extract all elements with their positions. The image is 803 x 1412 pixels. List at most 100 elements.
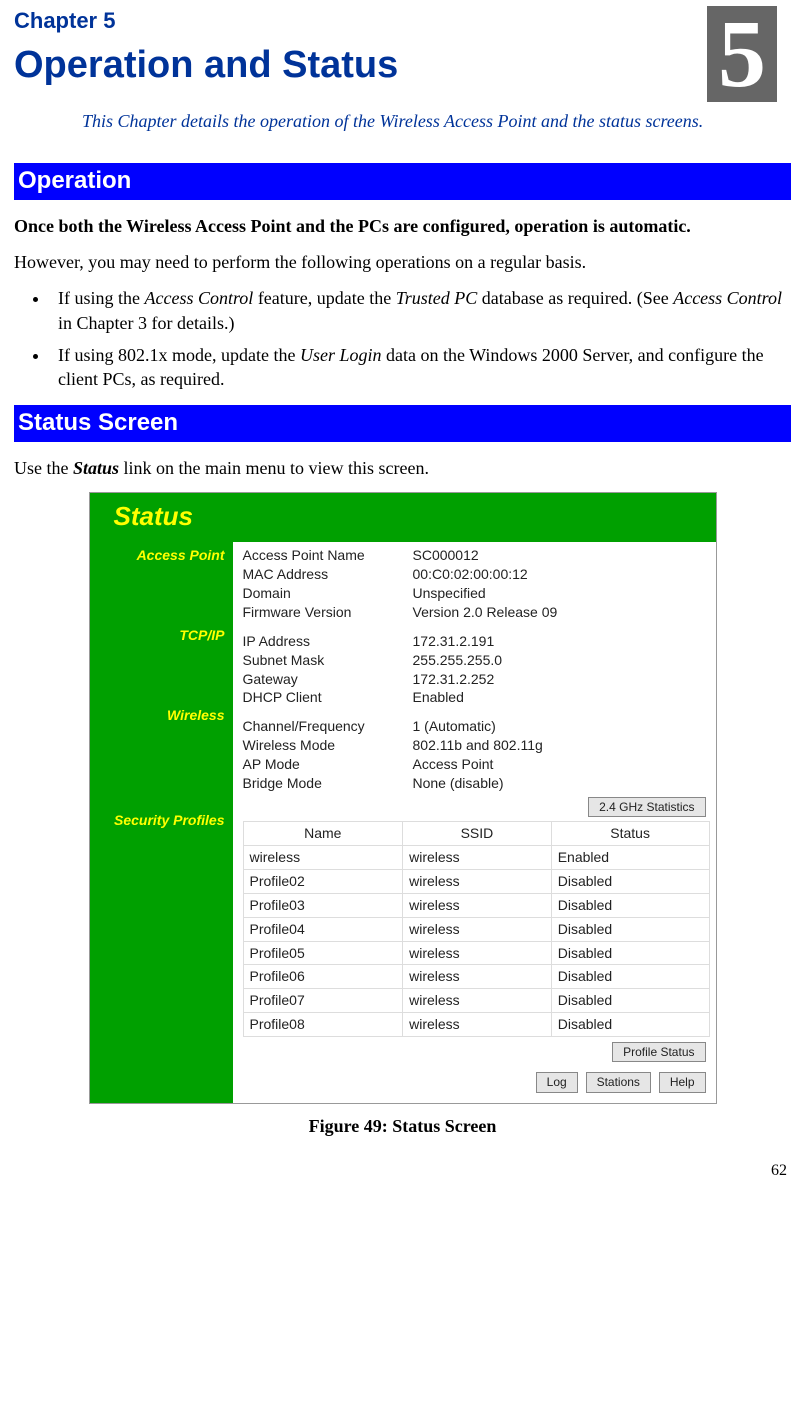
text: database as required. (See xyxy=(477,288,673,308)
table-row: Profile05wirelessDisabled xyxy=(243,941,709,965)
text: User Login xyxy=(300,345,382,365)
cell: Profile04 xyxy=(243,917,403,941)
kv-key: MAC Address xyxy=(243,565,413,584)
kv-key: Domain xyxy=(243,584,413,603)
cell: Profile08 xyxy=(243,1013,403,1037)
cell: wireless xyxy=(403,893,552,917)
cell: Disabled xyxy=(551,893,709,917)
text: Use the xyxy=(14,458,73,478)
kv-val: Access Point xyxy=(413,755,710,774)
kv-val: Version 2.0 Release 09 xyxy=(413,603,710,622)
status-intro: Use the Status link on the main menu to … xyxy=(14,456,791,480)
cell: Profile07 xyxy=(243,989,403,1013)
chapter-title: Operation and Status xyxy=(14,40,791,91)
kv-key: Access Point Name xyxy=(243,546,413,565)
text: If using 802.1x mode, update the xyxy=(58,345,300,365)
sidebar-label-tcpip: TCP/IP xyxy=(90,622,229,702)
col-name: Name xyxy=(243,822,403,846)
sidebar-label-security-profiles: Security Profiles xyxy=(90,807,229,830)
table-row: Profile04wirelessDisabled xyxy=(243,917,709,941)
cell: Profile06 xyxy=(243,965,403,989)
cell: wireless xyxy=(403,989,552,1013)
status-main: Access Point NameSC000012 MAC Address00:… xyxy=(233,542,716,1102)
table-row: wirelesswirelessEnabled xyxy=(243,846,709,870)
cell: Disabled xyxy=(551,869,709,893)
kv-val: 1 (Automatic) xyxy=(413,717,710,736)
text: feature, update the xyxy=(253,288,395,308)
stations-button[interactable]: Stations xyxy=(586,1072,651,1092)
cell: wireless xyxy=(403,1013,552,1037)
cell: wireless xyxy=(403,846,552,870)
cell: Profile05 xyxy=(243,941,403,965)
operation-note: However, you may need to perform the fol… xyxy=(14,250,791,274)
status-section-header: Status Screen xyxy=(14,405,791,441)
table-row: Profile07wirelessDisabled xyxy=(243,989,709,1013)
cell: Profile02 xyxy=(243,869,403,893)
cell: Disabled xyxy=(551,965,709,989)
kv-val: None (disable) xyxy=(413,774,710,793)
list-item: If using the Access Control feature, upd… xyxy=(50,286,791,335)
chapter-label: Chapter 5 xyxy=(14,6,791,36)
text: link on the main menu to view this scree… xyxy=(119,458,429,478)
operation-section-header: Operation xyxy=(14,163,791,199)
status-title: Status xyxy=(90,493,716,542)
text: in Chapter 3 for details.) xyxy=(58,313,234,333)
kv-val: 255.255.255.0 xyxy=(413,651,710,670)
chapter-intro: This Chapter details the operation of th… xyxy=(82,109,751,133)
operation-list: If using the Access Control feature, upd… xyxy=(50,286,791,391)
cell: Disabled xyxy=(551,941,709,965)
table-row: Profile06wirelessDisabled xyxy=(243,965,709,989)
kv-key: AP Mode xyxy=(243,755,413,774)
status-screen: Status Access Point TCP/IP Wireless Secu… xyxy=(89,492,717,1103)
sidebar-label-wireless: Wireless xyxy=(90,702,229,807)
page-number: 62 xyxy=(14,1160,791,1182)
cell: Enabled xyxy=(551,846,709,870)
cell: Disabled xyxy=(551,917,709,941)
profile-status-button[interactable]: Profile Status xyxy=(612,1042,705,1062)
cell: Disabled xyxy=(551,1013,709,1037)
text: Access Control xyxy=(144,288,253,308)
operation-summary: Once both the Wireless Access Point and … xyxy=(14,214,791,238)
kv-key: Bridge Mode xyxy=(243,774,413,793)
kv-val: Enabled xyxy=(413,688,710,707)
status-sidebar: Access Point TCP/IP Wireless Security Pr… xyxy=(90,542,233,1102)
cell: wireless xyxy=(403,941,552,965)
kv-key: Gateway xyxy=(243,670,413,689)
text: Trusted PC xyxy=(396,288,478,308)
kv-val: Unspecified xyxy=(413,584,710,603)
cell: Profile03 xyxy=(243,893,403,917)
table-row: Profile03wirelessDisabled xyxy=(243,893,709,917)
figure-caption: Figure 49: Status Screen xyxy=(14,1114,791,1138)
text: Status xyxy=(73,458,119,478)
log-button[interactable]: Log xyxy=(536,1072,578,1092)
stats-button[interactable]: 2.4 GHz Statistics xyxy=(588,797,705,817)
cell: wireless xyxy=(403,917,552,941)
sidebar-label-access-point: Access Point xyxy=(90,542,229,622)
list-item: If using 802.1x mode, update the User Lo… xyxy=(50,343,791,392)
kv-key: Subnet Mask xyxy=(243,651,413,670)
table-row: Profile02wirelessDisabled xyxy=(243,869,709,893)
wireless-block: Channel/Frequency1 (Automatic) Wireless … xyxy=(243,717,710,793)
cell: wireless xyxy=(403,869,552,893)
kv-val: 172.31.2.252 xyxy=(413,670,710,689)
text: If using the xyxy=(58,288,144,308)
kv-key: Firmware Version xyxy=(243,603,413,622)
text: Access Control xyxy=(673,288,782,308)
col-status: Status xyxy=(551,822,709,846)
kv-key: Wireless Mode xyxy=(243,736,413,755)
kv-key: DHCP Client xyxy=(243,688,413,707)
help-button[interactable]: Help xyxy=(659,1072,706,1092)
cell: wireless xyxy=(243,846,403,870)
table-row: Profile08wirelessDisabled xyxy=(243,1013,709,1037)
kv-val: 802.11b and 802.11g xyxy=(413,736,710,755)
kv-key: Channel/Frequency xyxy=(243,717,413,736)
cell: wireless xyxy=(403,965,552,989)
profiles-table: Name SSID Status wirelesswirelessEnabled… xyxy=(243,821,710,1037)
tcpip-block: IP Address172.31.2.191 Subnet Mask255.25… xyxy=(243,632,710,708)
col-ssid: SSID xyxy=(403,822,552,846)
kv-val: SC000012 xyxy=(413,546,710,565)
access-point-block: Access Point NameSC000012 MAC Address00:… xyxy=(243,546,710,622)
kv-val: 172.31.2.191 xyxy=(413,632,710,651)
cell: Disabled xyxy=(551,989,709,1013)
kv-val: 00:C0:02:00:00:12 xyxy=(413,565,710,584)
